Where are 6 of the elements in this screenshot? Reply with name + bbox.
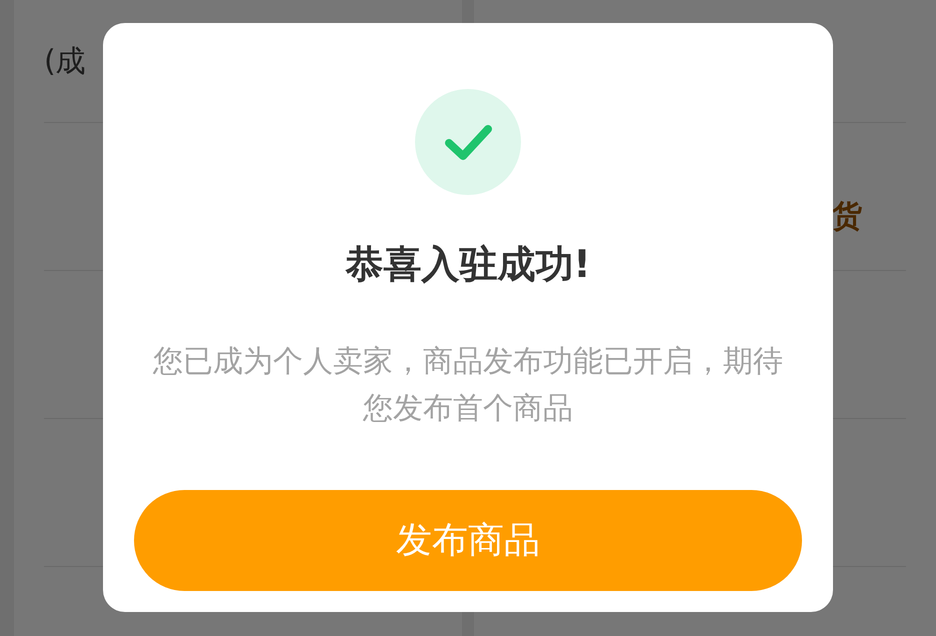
publish-button[interactable]: 发布商品 xyxy=(134,490,802,591)
dialog-title: 恭喜入驻成功! xyxy=(345,241,591,288)
background-text: (成 xyxy=(44,44,87,80)
highlight-text: 货 xyxy=(832,199,862,235)
dialog-message: 您已成为个人卖家，商品发布功能已开启，期待您发布首个商品 xyxy=(153,343,783,428)
check-icon xyxy=(415,89,521,195)
